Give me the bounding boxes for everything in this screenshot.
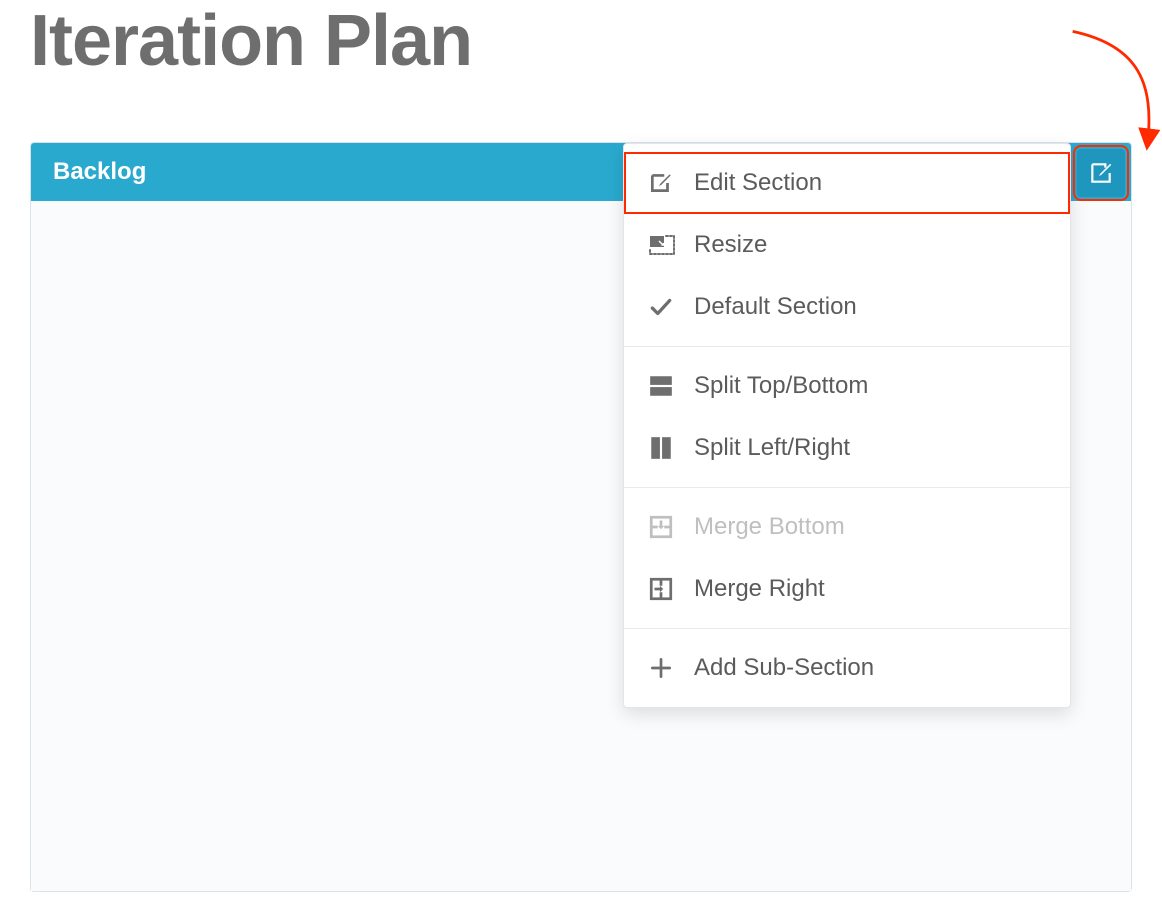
merge-right-icon <box>648 576 694 602</box>
menu-group: Merge Bottom Merge Right <box>624 488 1070 628</box>
menu-item-label: Default Section <box>694 293 1046 321</box>
menu-item-default-section[interactable]: Default Section <box>624 276 1070 338</box>
split-horizontal-icon <box>648 373 694 399</box>
menu-item-resize[interactable]: Resize <box>624 214 1070 276</box>
check-icon <box>648 294 694 320</box>
menu-item-label: Resize <box>694 231 1046 259</box>
menu-item-label: Split Top/Bottom <box>694 372 1046 400</box>
edit-icon <box>648 170 694 196</box>
section-title: Backlog <box>53 158 146 186</box>
page-title: Iteration Plan <box>30 0 1132 82</box>
edit-icon <box>1088 160 1114 186</box>
resize-icon <box>648 233 694 257</box>
menu-item-label: Add Sub-Section <box>694 654 1046 682</box>
menu-item-label: Merge Right <box>694 575 1046 603</box>
menu-group: Split Top/Bottom Split Left/Right <box>624 347 1070 487</box>
menu-item-merge-bottom: Merge Bottom <box>624 496 1070 558</box>
menu-item-label: Split Left/Right <box>694 434 1046 462</box>
section-menu: Edit Section Resize <box>623 143 1071 708</box>
menu-item-add-sub-section[interactable]: Add Sub-Section <box>624 637 1070 699</box>
merge-bottom-icon <box>648 514 694 540</box>
menu-group: Add Sub-Section <box>624 629 1070 707</box>
menu-item-merge-right[interactable]: Merge Right <box>624 558 1070 620</box>
menu-group: Edit Section Resize <box>624 144 1070 346</box>
menu-item-label: Merge Bottom <box>694 513 1046 541</box>
split-vertical-icon <box>648 435 694 461</box>
menu-item-edit-section[interactable]: Edit Section <box>624 152 1070 214</box>
edit-section-toggle[interactable] <box>1077 149 1125 197</box>
plus-icon <box>648 655 694 681</box>
menu-item-split-top-bottom[interactable]: Split Top/Bottom <box>624 355 1070 417</box>
menu-item-split-left-right[interactable]: Split Left/Right <box>624 417 1070 479</box>
section-panel: Backlog <box>30 142 1132 892</box>
menu-item-label: Edit Section <box>694 169 1046 197</box>
